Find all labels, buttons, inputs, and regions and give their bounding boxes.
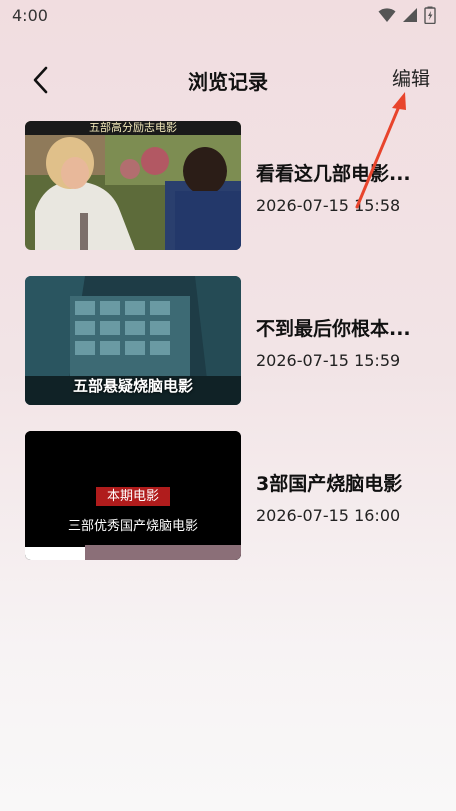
status-bar: 4:00: [0, 0, 456, 32]
history-item[interactable]: 五部悬疑烧脑电影 不到最后你根本... 2026-07-15 15:59: [0, 276, 456, 406]
history-item[interactable]: 本期电影 三部优秀国产烧脑电影 3部国产烧脑电影 2026-07-15 16:0…: [0, 431, 456, 561]
history-item-info: 不到最后你根本... 2026-07-15 15:59: [256, 314, 436, 370]
history-item-title: 3部国产烧脑电影: [256, 473, 403, 495]
video-thumbnail[interactable]: 本期电影 三部优秀国产烧脑电影: [25, 431, 241, 560]
edit-button[interactable]: 编辑: [392, 64, 430, 91]
video-thumbnail[interactable]: 五部高分励志电影: [25, 121, 241, 250]
history-item[interactable]: 五部高分励志电影 看看这几部电影... 2026-07-15 15:58: [0, 121, 456, 251]
battery-icon: [424, 6, 436, 24]
video-thumbnail[interactable]: 五部悬疑烧脑电影: [25, 276, 241, 405]
history-item-time: 2026-07-15 15:59: [256, 351, 401, 370]
status-icons: [378, 6, 436, 24]
thumbnail-caption: 三部优秀国产烧脑电影: [67, 519, 198, 534]
header: 浏览记录 编辑: [0, 50, 456, 110]
thumbnail-tag: 本期电影: [96, 487, 170, 506]
thumbnail-caption: 五部高分励志电影: [89, 121, 177, 134]
history-item-title: 看看这几部电影...: [256, 163, 411, 185]
history-item-title: 不到最后你根本...: [256, 318, 411, 340]
thumbnail-caption: 五部悬疑烧脑电影: [72, 377, 193, 395]
history-item-info: 看看这几部电影... 2026-07-15 15:58: [256, 159, 436, 215]
history-item-time: 2026-07-15 16:00: [256, 506, 401, 525]
wifi-icon: [378, 8, 396, 22]
history-item-time: 2026-07-15 15:58: [256, 196, 401, 215]
status-time: 4:00: [12, 6, 48, 25]
signal-icon: [403, 8, 417, 22]
page-title: 浏览记录: [188, 70, 268, 94]
history-item-info: 3部国产烧脑电影 2026-07-15 16:00: [256, 469, 436, 525]
